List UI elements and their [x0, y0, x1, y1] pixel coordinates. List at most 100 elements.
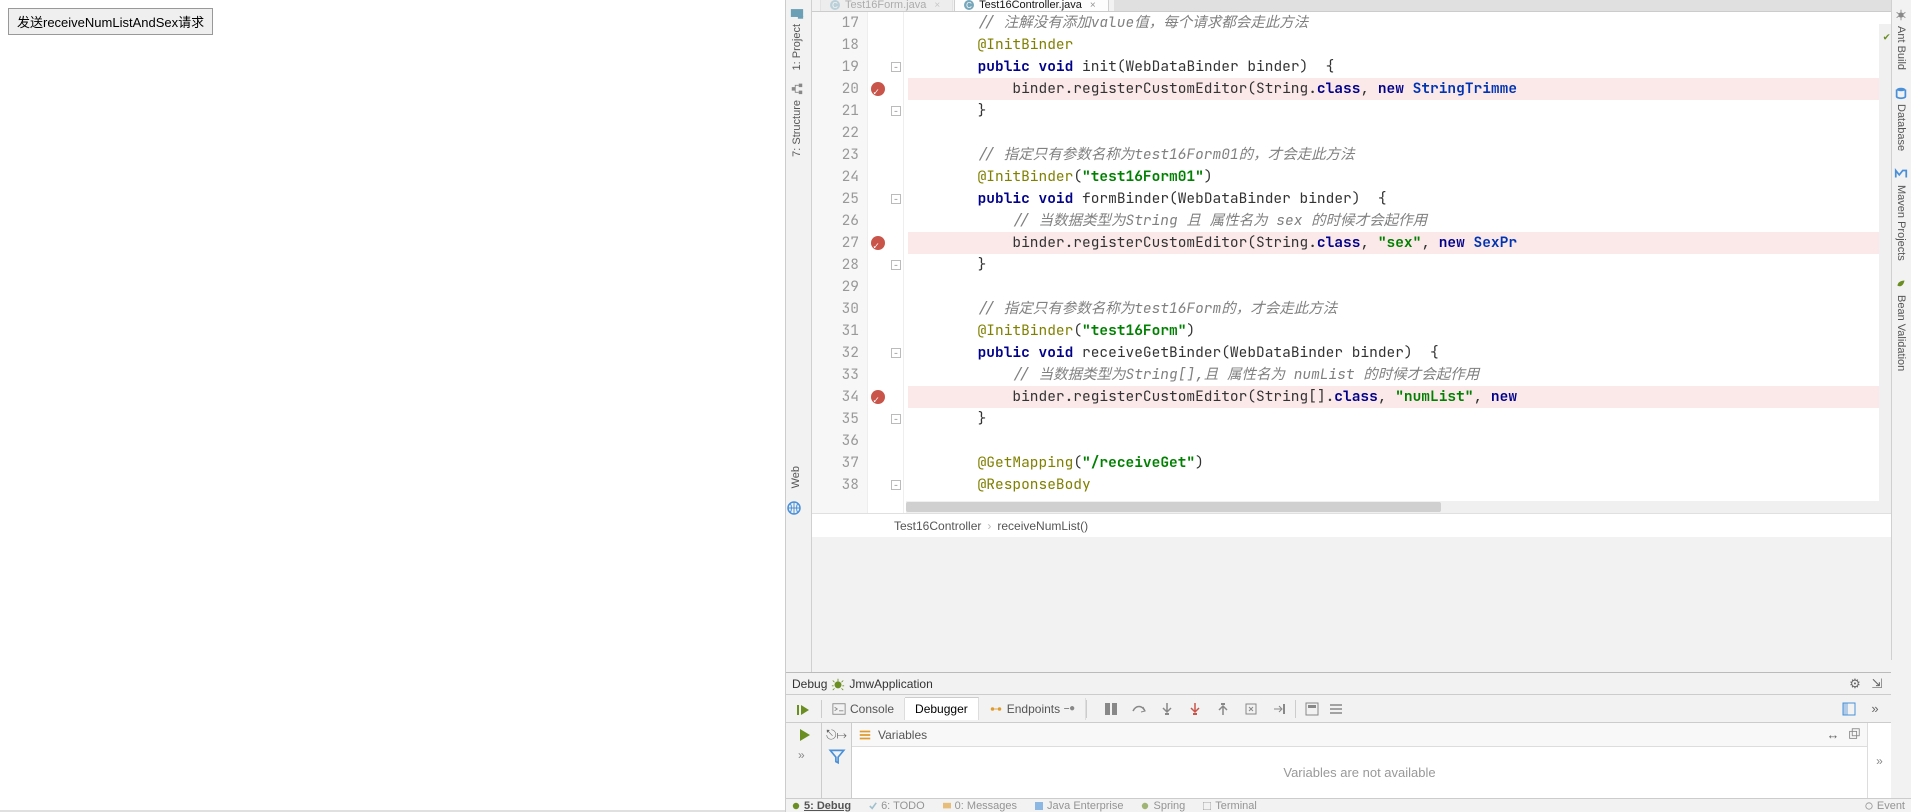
restore-icon[interactable] — [1847, 727, 1861, 741]
editor-tab-form[interactable]: C Test16Form.java × — [820, 0, 953, 11]
step-over-icon[interactable] — [1131, 701, 1147, 717]
close-icon[interactable]: × — [934, 0, 940, 11]
editor-scrollbar[interactable]: ✔ — [1879, 24, 1891, 513]
tool-web[interactable]: Web — [786, 460, 806, 494]
bug-icon — [831, 677, 845, 691]
endpoints-icon — [989, 702, 1003, 716]
breadcrumb-class[interactable]: Test16Controller — [894, 519, 981, 533]
ide-right-toolstrip: Ant Build Database Maven Projects Bean V… — [1891, 0, 1911, 660]
drop-frame-icon[interactable] — [1243, 701, 1259, 717]
force-step-into-icon[interactable] — [1187, 701, 1203, 717]
bottom-terminal-label: Terminal — [1215, 800, 1257, 812]
bottom-eventlog-label: Event — [1877, 800, 1905, 812]
tool-database-label: Database — [1895, 104, 1907, 151]
event-icon — [1865, 802, 1873, 810]
check-icon — [869, 802, 877, 810]
bottom-debug[interactable]: 5: Debug — [792, 800, 851, 812]
debug-left-controls — [786, 700, 822, 718]
debug-tabs: Console Debugger Endpoints ⎯● — [822, 695, 1086, 722]
tool-ant-label: Ant Build — [1895, 26, 1907, 70]
svg-text:C: C — [832, 1, 838, 10]
evaluate-icon[interactable] — [1304, 701, 1320, 717]
breakpoint-gutter[interactable] — [868, 12, 890, 513]
bug-icon — [792, 802, 800, 810]
variables-header: Variables ↔ — [852, 723, 1867, 747]
chevron-right-icon: › — [987, 519, 991, 533]
debug-side-controls: » — [786, 723, 822, 798]
breadcrumb[interactable]: Test16Controller › receiveNumList() — [812, 513, 1891, 537]
run-to-cursor-icon[interactable] — [1271, 701, 1287, 717]
settings-icon[interactable] — [1328, 701, 1344, 717]
step-into-icon[interactable] — [1159, 701, 1175, 717]
source-code[interactable]: // 注解没有添加value值，每个请求都会走此方法 @InitBinder p… — [904, 12, 1891, 513]
resume-icon[interactable] — [796, 727, 812, 743]
tool-structure[interactable]: 7: Structure — [786, 76, 808, 163]
variables-icon — [858, 728, 872, 742]
variables-more[interactable]: » — [1867, 723, 1891, 798]
debug-body: » ⎋↦ Variables ↔ Variables are not avail… — [786, 723, 1891, 798]
web-tool-wrap: Web — [786, 460, 812, 522]
console-icon — [832, 702, 846, 716]
ant-icon — [1894, 8, 1908, 22]
horizontal-scrollbar[interactable] — [906, 501, 1879, 513]
bottom-terminal[interactable]: Terminal — [1203, 800, 1257, 812]
debug-toolbar: Console Debugger Endpoints ⎯● — [786, 695, 1891, 723]
debug-panel: Debug JmwApplication ⚙ ⇲ Console Debugge… — [786, 672, 1891, 798]
editor-area: C Test16Form.java × C Test16Controller.j… — [812, 0, 1891, 537]
browser-pane: 发送receiveNumListAndSex请求 — [0, 0, 786, 812]
bottom-debug-label: 5: Debug — [804, 800, 851, 812]
more-icon[interactable]: » — [1867, 701, 1883, 717]
close-icon[interactable]: × — [1090, 0, 1096, 11]
ide-left-toolstrip: 1: Project 7: Structure — [786, 0, 812, 540]
thread-icon[interactable]: ⎋↦ — [829, 727, 845, 743]
bottom-eventlog[interactable]: Event — [1865, 800, 1905, 812]
tool-bean[interactable]: Bean Validation — [1892, 269, 1910, 379]
structure-icon — [790, 82, 804, 96]
debug-filter-controls: ⎋↦ — [822, 723, 852, 798]
debug-title: Debug — [792, 677, 827, 691]
expand-icon[interactable]: ↔ — [1825, 727, 1841, 743]
more-icon[interactable]: » — [796, 747, 812, 763]
variables-panel: Variables ↔ Variables are not available — [852, 723, 1867, 798]
code-editor[interactable]: 1718192021222324252627282930313233343536… — [812, 12, 1891, 513]
bottom-spring[interactable]: Spring — [1141, 800, 1185, 812]
debug-app-name: JmwApplication — [849, 677, 932, 691]
java-class-icon: C — [963, 0, 975, 11]
bottom-todo[interactable]: 6: TODO — [869, 800, 925, 812]
ide-pane: 1: Project 7: Structure Web 2: Favorites… — [786, 0, 1911, 812]
bottom-messages-label: 0: Messages — [955, 800, 1017, 812]
tool-maven-label: Maven Projects — [1895, 185, 1907, 261]
tool-ant[interactable]: Ant Build — [1892, 0, 1910, 78]
show-exec-point-icon[interactable] — [1103, 701, 1119, 717]
tab-endpoints[interactable]: Endpoints ⎯● — [979, 698, 1086, 720]
layout-icon[interactable] — [1841, 701, 1857, 717]
endpoints-label: Endpoints — [1007, 702, 1060, 716]
tool-project[interactable]: 1: Project — [786, 0, 808, 76]
breadcrumb-method[interactable]: receiveNumList() — [997, 519, 1088, 533]
line-number-gutter: 1718192021222324252627282930313233343536… — [812, 12, 868, 513]
scrollbar-thumb[interactable] — [906, 502, 1441, 512]
send-request-button[interactable]: 发送receiveNumListAndSex请求 — [8, 8, 213, 35]
tool-maven[interactable]: Maven Projects — [1892, 159, 1910, 269]
database-icon — [1894, 86, 1908, 100]
debugger-label: Debugger — [915, 702, 968, 716]
filter-icon[interactable] — [828, 747, 846, 765]
gear-icon[interactable]: ⚙ — [1847, 676, 1863, 692]
tool-database[interactable]: Database — [1892, 78, 1910, 159]
bottom-messages[interactable]: 0: Messages — [943, 800, 1017, 812]
rerun-icon[interactable] — [796, 702, 812, 718]
variables-label: Variables — [878, 728, 927, 742]
tab-debugger[interactable]: Debugger — [905, 697, 979, 720]
bottom-javaee[interactable]: Java Enterprise — [1035, 800, 1123, 812]
bean-icon — [1894, 277, 1908, 291]
tab-console[interactable]: Console — [822, 698, 905, 720]
bottom-javaee-label: Java Enterprise — [1047, 800, 1123, 812]
debug-header: Debug JmwApplication ⚙ ⇲ — [786, 673, 1891, 695]
step-out-icon[interactable] — [1215, 701, 1231, 717]
editor-tab-controller[interactable]: C Test16Controller.java × — [954, 0, 1109, 11]
fold-gutter[interactable]: ------- — [890, 12, 904, 513]
folder-icon — [790, 6, 804, 20]
java-class-icon: C — [829, 0, 841, 11]
pin-icon[interactable]: ⎯● — [1064, 703, 1075, 714]
minimize-icon[interactable]: ⇲ — [1869, 676, 1885, 692]
